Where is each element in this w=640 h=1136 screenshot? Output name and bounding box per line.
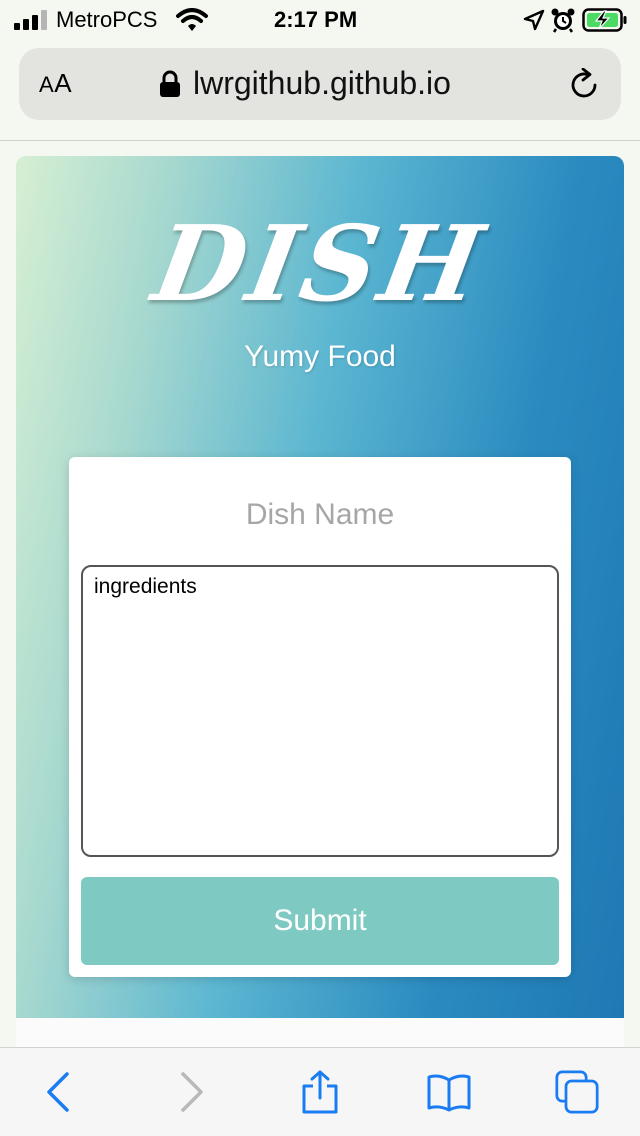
status-bar: MetroPCS 2:17 PM	[0, 0, 640, 40]
safari-toolbar	[0, 1047, 640, 1136]
reader-text-size-button[interactable]: AA	[39, 68, 72, 99]
ingredients-textarea[interactable]: ingredients	[81, 565, 559, 857]
signal-strength-icon	[14, 10, 47, 30]
dish-form: ingredients Submit	[69, 457, 571, 977]
share-icon[interactable]	[298, 1070, 342, 1114]
tabs-icon[interactable]	[555, 1070, 599, 1114]
bookmarks-icon[interactable]	[427, 1070, 471, 1114]
reload-icon[interactable]	[567, 68, 601, 102]
location-arrow-icon	[523, 9, 545, 31]
address-bar[interactable]: AA lwrgithub.github.io	[19, 48, 621, 120]
forward-icon[interactable]	[168, 1070, 212, 1114]
hero-section: DISH Yumy Food ingredients Submit	[16, 156, 624, 1018]
status-time: 2:17 PM	[274, 7, 358, 32]
carrier-name: MetroPCS	[56, 7, 158, 32]
tagline: Yumy Food	[244, 340, 396, 373]
brand-logo: DISH	[145, 202, 495, 325]
lock-icon	[160, 70, 180, 97]
back-icon[interactable]	[38, 1070, 82, 1114]
submit-button[interactable]: Submit	[81, 877, 559, 965]
dish-name-input[interactable]	[81, 487, 559, 543]
wifi-icon	[176, 8, 208, 31]
battery-charging-icon	[582, 8, 627, 32]
address-bar-divider	[0, 140, 640, 141]
alarm-icon	[551, 8, 575, 33]
url-text[interactable]: lwrgithub.github.io	[193, 65, 451, 102]
